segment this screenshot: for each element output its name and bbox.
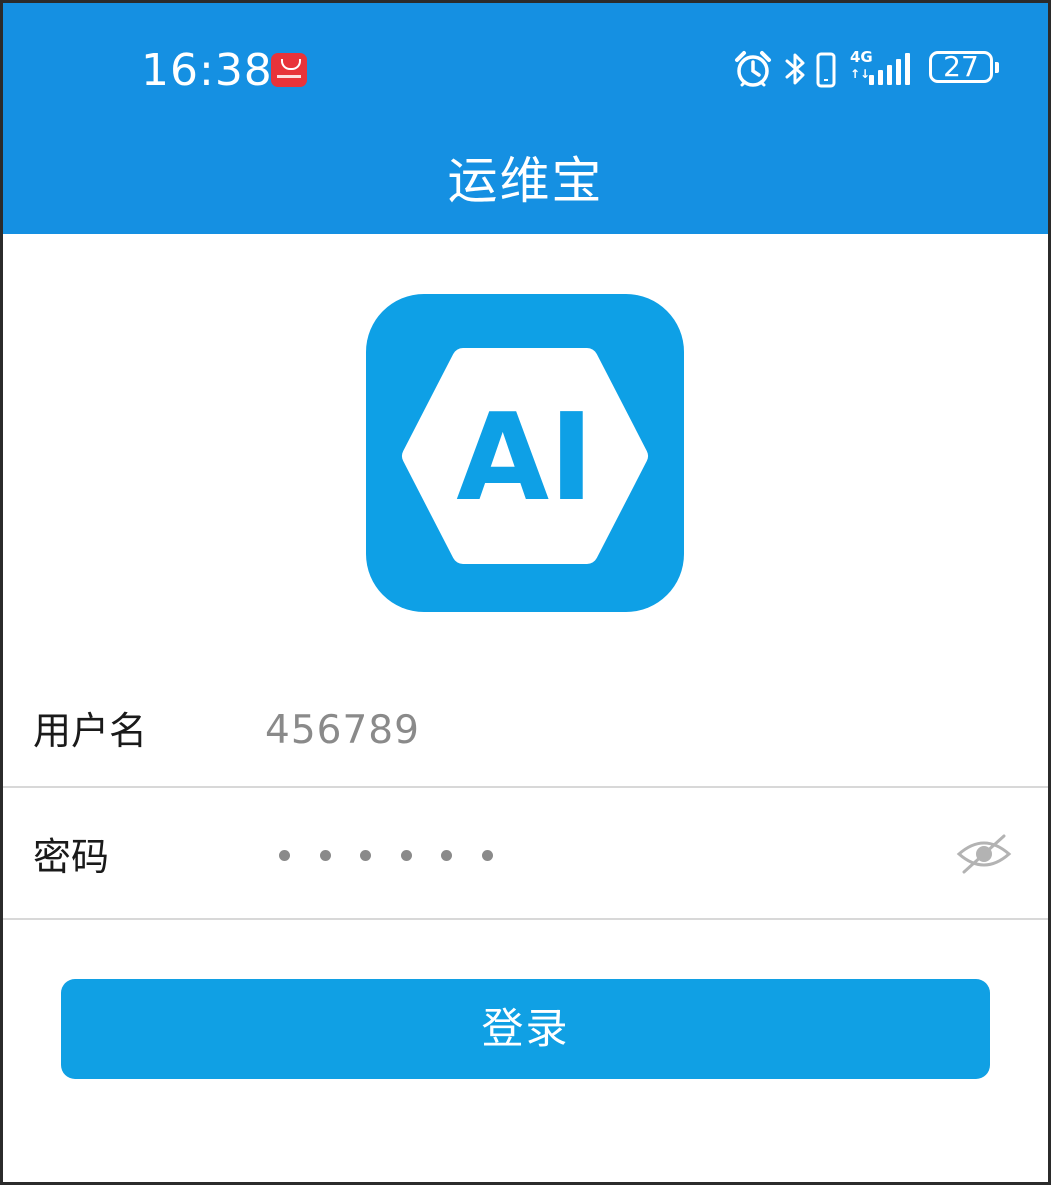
logo-text: AI	[456, 389, 594, 528]
password-mask-dot	[279, 850, 290, 861]
signal-icon	[869, 53, 910, 85]
battery-level: 27	[943, 50, 979, 83]
vibrate-icon	[816, 52, 836, 88]
password-mask-dot	[360, 850, 371, 861]
password-mask-dot	[481, 850, 493, 861]
username-input[interactable]: 456789	[265, 708, 420, 754]
password-mask-dot	[400, 850, 412, 861]
huawei-notification-icon	[271, 53, 307, 87]
alarm-icon	[735, 51, 771, 87]
bluetooth-icon	[785, 53, 805, 85]
network-activity: ↑↓	[850, 67, 871, 81]
page-title: 运维宝	[447, 152, 604, 210]
login-screen: 16:38 4G ↑↓ 27 运维宝 AI 用户名 456789 密码 登录	[3, 3, 1048, 1182]
username-label: 用户名	[33, 709, 148, 753]
password-mask-dot	[441, 850, 452, 861]
password-label: 密码	[33, 835, 110, 879]
app-bar: 16:38 4G ↑↓ 27 运维宝	[3, 3, 1048, 234]
username-row: 用户名 456789	[3, 671, 1048, 788]
password-mask-dot	[319, 850, 331, 861]
battery-icon: 27	[929, 50, 999, 83]
login-button[interactable]: 登录	[61, 979, 990, 1079]
status-time: 16:38	[141, 45, 273, 96]
password-row: 密码	[3, 790, 1048, 920]
app-logo: AI	[366, 294, 684, 612]
eye-off-icon[interactable]	[956, 834, 1012, 874]
